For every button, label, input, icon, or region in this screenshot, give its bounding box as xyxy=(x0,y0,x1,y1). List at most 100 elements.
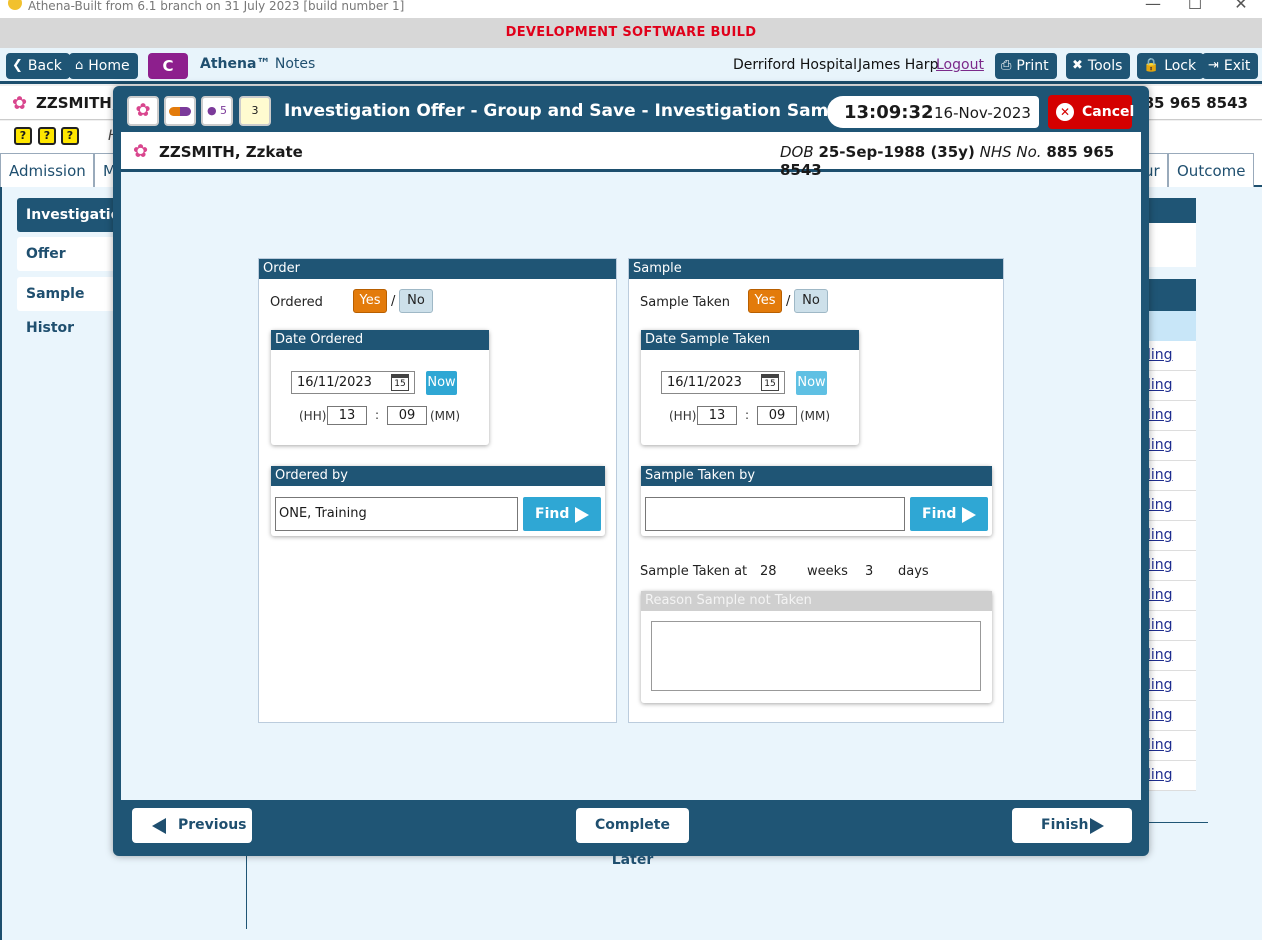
ordered-by-header: Ordered by xyxy=(271,466,605,486)
sample-minute-input[interactable]: 09 xyxy=(757,406,797,425)
sample-taken-no-button[interactable]: No xyxy=(794,289,828,313)
complete-later-button[interactable]: Complete Later xyxy=(576,808,689,868)
sample-hour-input[interactable]: 13 xyxy=(697,406,737,425)
window-title: Athena-Built from 6.1 branch on 31 July … xyxy=(28,0,405,13)
sample-taken-by-find-button[interactable]: Find xyxy=(910,497,988,531)
patient-name: ZZSMITH, Zzkate xyxy=(159,143,303,161)
home-button[interactable]: ⌂ Home xyxy=(69,53,138,79)
tab-outcome[interactable]: Outcome xyxy=(1168,153,1254,187)
exit-label: Exit xyxy=(1223,58,1251,74)
lock-icon: 🔒 xyxy=(1143,58,1160,73)
reason-not-taken-header: Reason Sample not Taken xyxy=(641,591,992,611)
find-label: Find xyxy=(922,506,957,522)
sample-taken-by-input[interactable] xyxy=(645,497,905,531)
gestation-days-label: days xyxy=(898,564,929,579)
sample-taken-yes-button[interactable]: Yes xyxy=(748,289,782,313)
c-button[interactable]: C xyxy=(148,53,188,79)
date-ordered-header: Date Ordered xyxy=(271,330,489,350)
hospital-name: Derriford Hospital xyxy=(733,57,858,73)
sidebar-item-offer-history[interactable]: Offer History xyxy=(17,237,122,296)
close-icon[interactable]: ✕ xyxy=(1226,0,1256,13)
ordered-by-find-button[interactable]: Find xyxy=(523,497,601,531)
background-nhs-number: 885 965 8543 xyxy=(1133,94,1248,112)
ordered-minute-input[interactable]: 09 xyxy=(387,406,427,425)
mm-label: (MM) xyxy=(800,409,831,423)
sample-taken-label: Sample Taken xyxy=(640,295,730,310)
pill-icon[interactable] xyxy=(164,96,196,126)
dob-label: DOB xyxy=(780,143,814,161)
ordered-by-input[interactable]: ONE, Training xyxy=(275,497,518,531)
finish-button[interactable]: Finish xyxy=(1012,808,1132,843)
ordered-by-box: Ordered by ONE, Training Find xyxy=(271,466,605,536)
sample-taken-by-header: Sample Taken by xyxy=(641,466,992,486)
tab-admission[interactable]: Admission xyxy=(0,153,94,187)
ordered-label: Ordered xyxy=(270,295,323,310)
minimize-icon[interactable]: — xyxy=(1138,0,1168,13)
ordered-yes-button[interactable]: Yes xyxy=(353,289,387,313)
chevron-left-icon: ❮ xyxy=(12,58,23,73)
finish-label: Finish xyxy=(1041,817,1089,833)
brand-module: Notes xyxy=(274,56,316,72)
ordered-slash: / xyxy=(391,294,396,309)
nhs-label: NHS No. xyxy=(979,143,1042,161)
dialog-patient-banner: ✿ ZZSMITH, Zzkate DOB 25-Sep-1988 (35y) … xyxy=(121,132,1141,179)
dialog-body: ✿ ● 5 3 Investigation Offer - Group and … xyxy=(121,90,1141,868)
tools-label: Tools xyxy=(1087,58,1123,74)
print-button[interactable]: ⎙ Print xyxy=(995,53,1057,79)
reason-not-taken-textarea[interactable] xyxy=(651,621,981,691)
home-icon: ⌂ xyxy=(75,58,84,73)
date-sample-now-button[interactable]: Now xyxy=(796,371,827,395)
flower-icon[interactable]: ✿ xyxy=(127,96,159,126)
sidebar-item-investigations[interactable]: Investigations xyxy=(17,198,139,232)
clock-display: 13:09:32 16-Nov-2023 xyxy=(827,96,1039,128)
pregnancy-icon[interactable]: ● 5 xyxy=(201,96,233,126)
maximize-icon[interactable]: ☐ xyxy=(1180,0,1210,13)
background-rule xyxy=(1148,822,1208,823)
lock-button[interactable]: 🔒 Lock xyxy=(1137,53,1205,79)
notes-help-icon[interactable]: ? xyxy=(14,127,32,145)
date-ordered-input[interactable]: 16/11/2023 15 xyxy=(291,371,415,394)
dev-build-banner: DEVELOPMENT SOFTWARE BUILD xyxy=(0,18,1262,48)
arrow-right-icon xyxy=(1090,818,1104,834)
gestation-days-value: 3 xyxy=(865,564,874,579)
dialog-header: ✿ ● 5 3 Investigation Offer - Group and … xyxy=(121,90,1141,132)
back-label: Back xyxy=(27,58,62,74)
calendar-icon[interactable]: 15 xyxy=(391,374,409,391)
sidebar-item-sample-history[interactable]: Sample Histor xyxy=(17,277,122,336)
order-panel: Order Ordered Yes / No Date Ordered 16/1… xyxy=(258,258,617,723)
cancel-button[interactable]: ✕ Cancel xyxy=(1048,95,1134,129)
tools-icon: ✖ xyxy=(1072,58,1083,73)
mm-label: (MM) xyxy=(430,409,461,423)
ordered-hour-input[interactable]: 13 xyxy=(327,406,367,425)
date-ordered-box: Date Ordered 16/11/2023 15 Now (HH) 13 :… xyxy=(271,330,489,445)
date-ordered-value: 16/11/2023 xyxy=(297,375,372,390)
date-ordered-now-button[interactable]: Now xyxy=(426,371,457,395)
previous-button[interactable]: Previous xyxy=(132,808,252,843)
date-sample-taken-value: 16/11/2023 xyxy=(667,375,742,390)
tools-button[interactable]: ✖ Tools xyxy=(1066,53,1131,79)
sample-panel: Sample Sample Taken Yes / No Date Sample… xyxy=(628,258,1004,723)
ordered-no-button[interactable]: No xyxy=(399,289,433,313)
exit-button[interactable]: ⇥ Exit xyxy=(1202,53,1259,79)
calendar-note-icon[interactable]: 3 xyxy=(239,96,271,126)
gestation-weeks-label: weeks xyxy=(807,564,848,579)
background-divider xyxy=(246,855,247,929)
gestation-weeks-value: 28 xyxy=(760,564,777,579)
print-label: Print xyxy=(1016,58,1049,74)
lock-label: Lock xyxy=(1164,58,1197,74)
calendar-icon[interactable]: 15 xyxy=(761,374,779,391)
previous-label: Previous xyxy=(178,817,247,833)
help-icon-alt[interactable]: ? xyxy=(61,127,79,145)
app-icon xyxy=(8,0,22,10)
time-colon: : xyxy=(375,408,380,422)
sample-taken-by-box: Sample Taken by Find xyxy=(641,466,992,536)
arrow-left-icon xyxy=(152,818,166,834)
investigation-offer-dialog: ✿ ● 5 3 Investigation Offer - Group and … xyxy=(113,86,1149,868)
back-button[interactable]: ❮ Back xyxy=(6,53,70,79)
hh-label: (HH) xyxy=(299,409,327,423)
date-sample-taken-header: Date Sample Taken xyxy=(641,330,859,350)
logout-link[interactable]: Logout xyxy=(936,57,984,73)
date-sample-taken-input[interactable]: 16/11/2023 15 xyxy=(661,371,785,394)
exit-icon: ⇥ xyxy=(1208,58,1219,73)
help-icon[interactable]: ? xyxy=(38,127,56,145)
